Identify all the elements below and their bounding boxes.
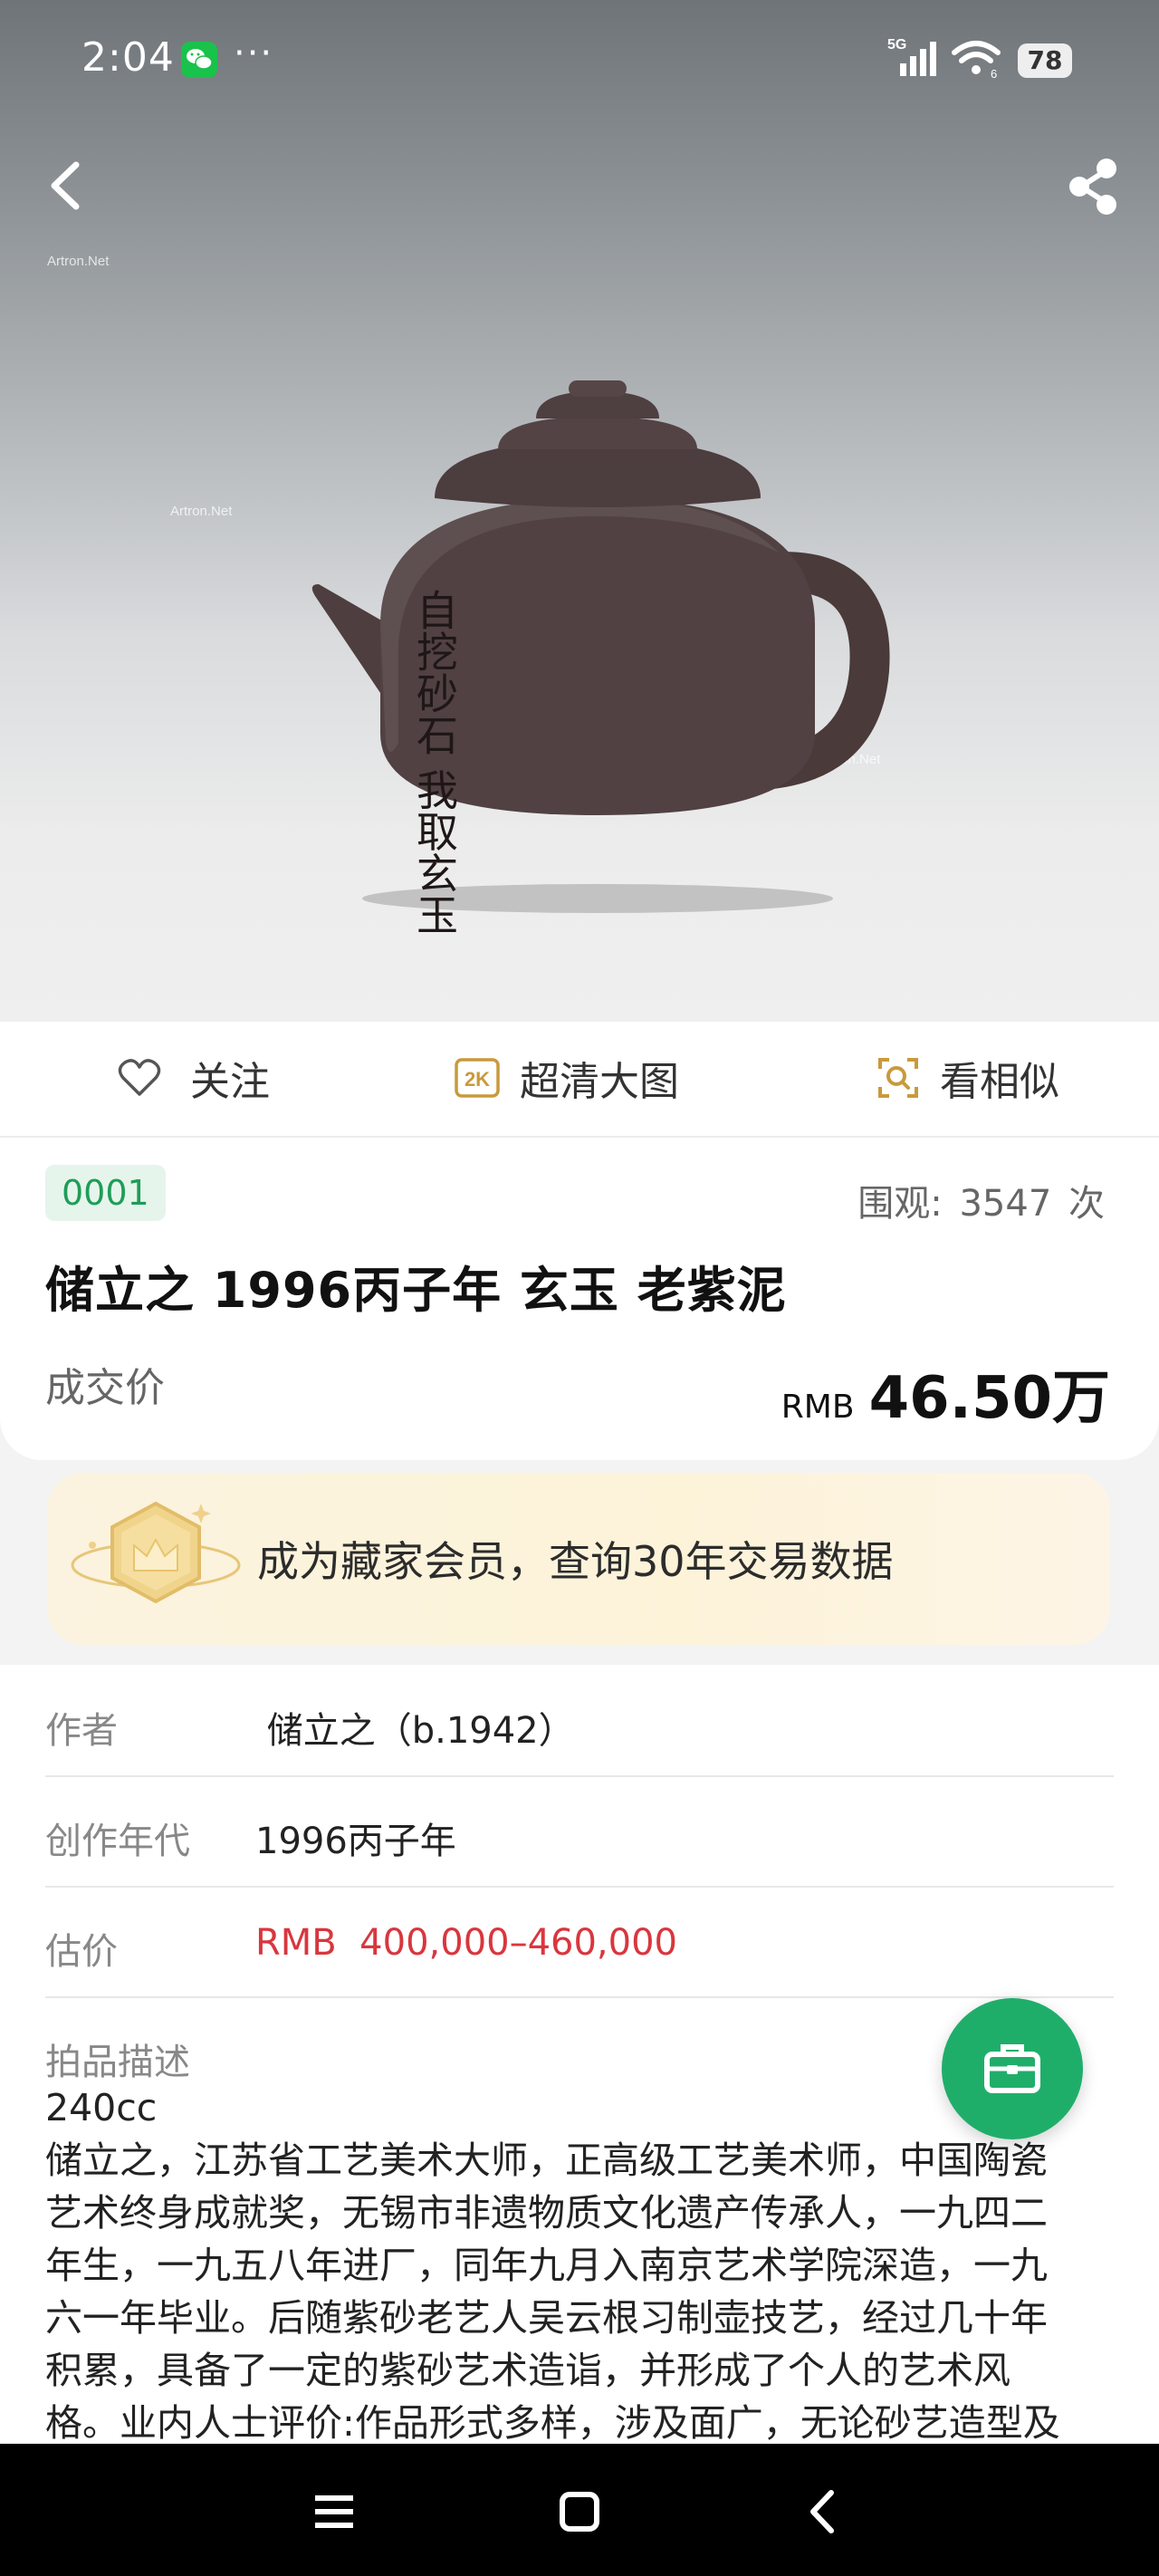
svg-text:6: 6: [991, 67, 997, 78]
find-similar-label: 看相似: [940, 1059, 1059, 1105]
detail-key: 创作年代: [45, 1821, 190, 1862]
follow-label: 关注: [190, 1059, 270, 1105]
detail-value: 1996丙子年: [255, 1821, 456, 1862]
svg-text:2K: 2K: [465, 1068, 490, 1091]
detail-key: 作者: [45, 1710, 118, 1752]
lot-info-card: 0001 围观: 3547 次 储立之 1996丙子年 玄玉 老紫泥 成交价 R…: [0, 1138, 1159, 1460]
price-currency: RMB: [781, 1389, 855, 1426]
wifi-icon: 6: [951, 40, 1001, 82]
heart-icon: [118, 1058, 161, 1098]
description-line: 艺术终身成就奖，无锡市非遗物质文化遗产传承人，一九四二: [45, 2191, 1048, 2235]
hd-image-button[interactable]: 2K 超清大图: [455, 1051, 679, 1105]
watermark-text: Artron.Net: [47, 254, 110, 269]
collector-membership-banner[interactable]: 成为藏家会员，查询30年交易数据: [47, 1473, 1110, 1645]
description-line: 积累，具备了一定的紫砂艺术造诣，并形成了个人的艺术风: [45, 2349, 1011, 2392]
menu-icon[interactable]: [302, 2480, 366, 2543]
description-text: 240cc 储立之，江苏省工艺美术大师，正高级工艺美术师，中国陶瓷 艺术终身成就…: [45, 2081, 1114, 2449]
description-line: 年生，一九五八年进厂，同年九月入南京艺术学院深造，一九: [45, 2244, 1048, 2287]
more-notifications-icon: ···: [234, 33, 274, 74]
description-line: 六一年毕业。后随紫砂老艺人吴云根习制壶技艺，经过几十年: [45, 2296, 1048, 2340]
detail-row-estimate: 估价 RMB 400,000–460,000: [45, 1886, 1114, 1998]
action-bar: 关注 2K 超清大图 看相似: [0, 1022, 1159, 1138]
watermark-text: Artron.Net: [170, 504, 233, 519]
hd-image-label: 超清大图: [520, 1059, 679, 1105]
follow-button[interactable]: 关注: [118, 1051, 270, 1105]
lot-hero-image[interactable]: 2:04 ··· 5G 6 78 Artron.Net Artron.Net A…: [0, 0, 1159, 1022]
back-nav-icon[interactable]: [791, 2480, 855, 2543]
system-navigation-bar: [0, 2444, 1159, 2576]
teapot-photo: 自挖砂石 我取玄玉 以砂为华: [311, 380, 890, 942]
crown-badge-icon: [71, 1501, 241, 1604]
status-time: 2:04: [81, 34, 175, 81]
scan-search-icon: [876, 1056, 920, 1100]
find-similar-button[interactable]: 看相似: [876, 1051, 1059, 1105]
price-amount: 46.50万: [868, 1365, 1110, 1432]
2k-icon: 2K: [455, 1058, 500, 1098]
deal-price-label: 成交价: [45, 1365, 165, 1411]
view-count: 围观: 3547 次: [857, 1183, 1105, 1225]
description-line: 格。业内人士评价:作品形式多样，涉及面广，无论砂艺造型及: [45, 2401, 1060, 2445]
description-label: 拍品描述: [45, 2042, 190, 2083]
detail-value[interactable]: 储立之（b.1942）: [255, 1701, 575, 1754]
lot-title: 储立之 1996丙子年 玄玉 老紫泥: [45, 1262, 787, 1319]
deal-price: RMB 46.50万: [781, 1351, 1110, 1435]
signal-icon: 5G: [886, 36, 945, 82]
back-arrow-icon[interactable]: [40, 154, 94, 217]
svg-text:5G: 5G: [887, 37, 906, 53]
inscription-text: 自挖砂石 我取玄玉 以砂为华: [410, 589, 459, 942]
battery-icon: 78: [1018, 43, 1072, 78]
home-icon[interactable]: [548, 2480, 611, 2543]
lot-number-badge: 0001: [45, 1165, 166, 1221]
description-line: 储立之，江苏省工艺美术大师，正高级工艺美术师，中国陶瓷: [45, 2139, 1048, 2182]
briefcase-icon: [984, 2044, 1040, 2093]
estimate-value: RMB 400,000–460,000: [255, 1922, 677, 1964]
status-bar: 2:04 ··· 5G 6 78: [0, 0, 1159, 127]
wechat-icon: [181, 42, 217, 78]
membership-text: 成为藏家会员，查询30年交易数据: [257, 1537, 894, 1586]
briefcase-fab-button[interactable]: [942, 1998, 1083, 2139]
detail-row-author: 作者 储立之（b.1942）: [45, 1665, 1114, 1777]
detail-row-year: 创作年代 1996丙子年: [45, 1775, 1114, 1888]
detail-key: 估价: [45, 1931, 118, 1973]
share-icon[interactable]: [1065, 154, 1123, 217]
